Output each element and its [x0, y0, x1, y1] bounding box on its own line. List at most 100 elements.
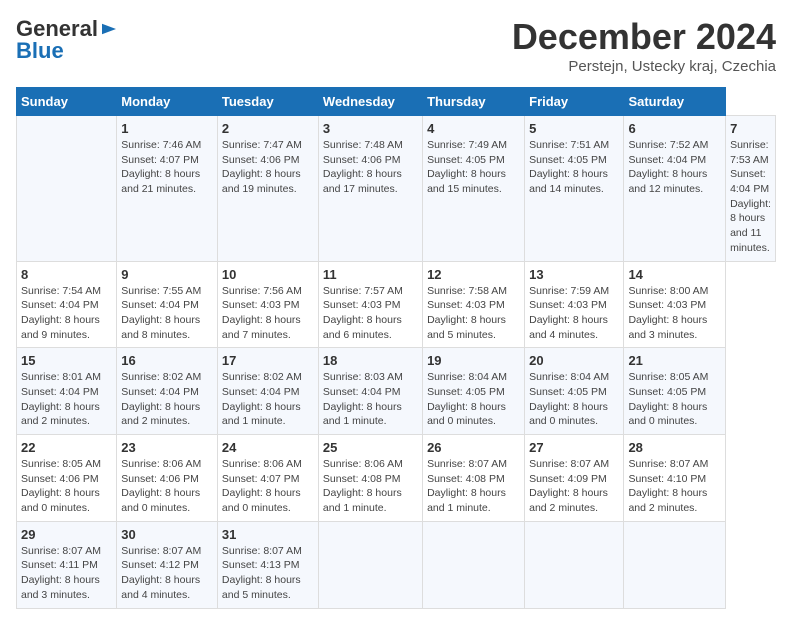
calendar-cell: 1Sunrise: 7:46 AMSunset: 4:07 PMDaylight… — [117, 116, 218, 262]
day-number: 11 — [323, 267, 418, 282]
day-info: Sunrise: 8:06 AMSunset: 4:06 PMDaylight:… — [121, 457, 213, 516]
calendar-cell — [423, 521, 525, 608]
day-number: 1 — [121, 121, 213, 136]
weekday-header: Sunday — [17, 88, 117, 116]
day-number: 17 — [222, 353, 314, 368]
day-number: 21 — [628, 353, 721, 368]
day-number: 27 — [529, 440, 619, 455]
day-number: 3 — [323, 121, 418, 136]
calendar-cell: 6 Sunrise: 7:52 AMSunset: 4:04 PMDaylight… — [624, 116, 726, 262]
day-number: 5 — [529, 121, 619, 136]
calendar-cell: 18Sunrise: 8:03 AMSunset: 4:04 PMDayligh… — [318, 348, 422, 435]
calendar-cell: 9 Sunrise: 7:55 AMSunset: 4:04 PMDaylight… — [117, 261, 218, 348]
day-info: Sunrise: 7:48 AMSunset: 4:06 PMDaylight:… — [323, 138, 418, 197]
calendar-cell: 20Sunrise: 8:04 AMSunset: 4:05 PMDayligh… — [525, 348, 624, 435]
day-info: Sunrise: 8:01 AMSunset: 4:04 PMDaylight:… — [21, 370, 112, 429]
day-number: 18 — [323, 353, 418, 368]
day-number: 13 — [529, 267, 619, 282]
calendar-cell: 16 Sunrise: 8:02 AMSunset: 4:04 PMDayligh… — [117, 348, 218, 435]
day-number: 16 — [121, 353, 213, 368]
day-info: Sunrise: 8:00 AMSunset: 4:03 PMDaylight:… — [628, 284, 721, 343]
day-info: Sunrise: 8:07 AMSunset: 4:09 PMDaylight:… — [529, 457, 619, 516]
calendar-cell — [318, 521, 422, 608]
calendar-cell: 30 Sunrise: 8:07 AMSunset: 4:12 PMDayligh… — [117, 521, 218, 608]
day-info: Sunrise: 7:59 AMSunset: 4:03 PMDaylight:… — [529, 284, 619, 343]
calendar-week-row: 15Sunrise: 8:01 AMSunset: 4:04 PMDayligh… — [17, 348, 776, 435]
weekday-header: Saturday — [624, 88, 726, 116]
calendar-cell: 19 Sunrise: 8:04 AMSunset: 4:05 PMDayligh… — [423, 348, 525, 435]
calendar-cell: 10 Sunrise: 7:56 AMSunset: 4:03 PMDayligh… — [217, 261, 318, 348]
calendar-cell: 11 Sunrise: 7:57 AMSunset: 4:03 PMDayligh… — [318, 261, 422, 348]
logo-blue: Blue — [16, 38, 64, 64]
day-info: Sunrise: 8:07 AMSunset: 4:11 PMDaylight:… — [21, 544, 112, 603]
calendar-cell: 4 Sunrise: 7:49 AMSunset: 4:05 PMDaylight… — [423, 116, 525, 262]
calendar-cell: 21 Sunrise: 8:05 AMSunset: 4:05 PMDayligh… — [624, 348, 726, 435]
calendar-week-row: 29 Sunrise: 8:07 AMSunset: 4:11 PMDayligh… — [17, 521, 776, 608]
day-number: 29 — [21, 527, 112, 542]
calendar-cell — [525, 521, 624, 608]
day-number: 2 — [222, 121, 314, 136]
calendar-cell: 13 Sunrise: 7:59 AMSunset: 4:03 PMDayligh… — [525, 261, 624, 348]
day-number: 19 — [427, 353, 520, 368]
day-number: 12 — [427, 267, 520, 282]
weekday-header: Friday — [525, 88, 624, 116]
calendar-cell: 5Sunrise: 7:51 AMSunset: 4:05 PMDaylight… — [525, 116, 624, 262]
logo: General Blue — [16, 16, 118, 64]
day-number: 24 — [222, 440, 314, 455]
calendar-cell: 28 Sunrise: 8:07 AMSunset: 4:10 PMDayligh… — [624, 435, 726, 522]
weekday-header: Thursday — [423, 88, 525, 116]
day-number: 6 — [628, 121, 721, 136]
day-number: 8 — [21, 267, 112, 282]
day-info: Sunrise: 7:57 AMSunset: 4:03 PMDaylight:… — [323, 284, 418, 343]
day-number: 20 — [529, 353, 619, 368]
day-info: Sunrise: 7:54 AMSunset: 4:04 PMDaylight:… — [21, 284, 112, 343]
calendar-cell: 2 Sunrise: 7:47 AMSunset: 4:06 PMDaylight… — [217, 116, 318, 262]
day-number: 9 — [121, 267, 213, 282]
calendar-cell: 8 Sunrise: 7:54 AMSunset: 4:04 PMDaylight… — [17, 261, 117, 348]
calendar-cell: 12 Sunrise: 7:58 AMSunset: 4:03 PMDayligh… — [423, 261, 525, 348]
day-info: Sunrise: 8:02 AMSunset: 4:04 PMDaylight:… — [121, 370, 213, 429]
day-info: Sunrise: 8:06 AMSunset: 4:08 PMDaylight:… — [323, 457, 418, 516]
day-info: Sunrise: 8:07 AMSunset: 4:10 PMDaylight:… — [628, 457, 721, 516]
calendar-week-row: 1Sunrise: 7:46 AMSunset: 4:07 PMDaylight… — [17, 116, 776, 262]
month-title: December 2024 — [512, 16, 776, 58]
day-number: 22 — [21, 440, 112, 455]
page-header: General Blue December 2024 Perstejn, Ust… — [16, 16, 776, 75]
day-info: Sunrise: 8:02 AMSunset: 4:04 PMDaylight:… — [222, 370, 314, 429]
calendar-cell: 26 Sunrise: 8:07 AMSunset: 4:08 PMDayligh… — [423, 435, 525, 522]
day-info: Sunrise: 8:05 AMSunset: 4:05 PMDaylight:… — [628, 370, 721, 429]
calendar-cell: 27 Sunrise: 8:07 AMSunset: 4:09 PMDayligh… — [525, 435, 624, 522]
day-info: Sunrise: 7:53 AMSunset: 4:04 PMDaylight:… — [730, 138, 771, 256]
day-number: 14 — [628, 267, 721, 282]
day-number: 30 — [121, 527, 213, 542]
weekday-header: Tuesday — [217, 88, 318, 116]
day-info: Sunrise: 8:07 AMSunset: 4:13 PMDaylight:… — [222, 544, 314, 603]
calendar-table: SundayMondayTuesdayWednesdayThursdayFrid… — [16, 87, 776, 609]
title-area: December 2024 Perstejn, Ustecky kraj, Cz… — [512, 16, 776, 75]
day-number: 23 — [121, 440, 213, 455]
day-info: Sunrise: 8:07 AMSunset: 4:08 PMDaylight:… — [427, 457, 520, 516]
day-number: 28 — [628, 440, 721, 455]
day-number: 7 — [730, 121, 771, 136]
calendar-cell: 14 Sunrise: 8:00 AMSunset: 4:03 PMDayligh… — [624, 261, 726, 348]
day-info: Sunrise: 8:04 AMSunset: 4:05 PMDaylight:… — [427, 370, 520, 429]
calendar-cell — [17, 116, 117, 262]
day-info: Sunrise: 7:55 AMSunset: 4:04 PMDaylight:… — [121, 284, 213, 343]
day-info: Sunrise: 7:56 AMSunset: 4:03 PMDaylight:… — [222, 284, 314, 343]
day-info: Sunrise: 7:49 AMSunset: 4:05 PMDaylight:… — [427, 138, 520, 197]
day-number: 4 — [427, 121, 520, 136]
day-info: Sunrise: 7:58 AMSunset: 4:03 PMDaylight:… — [427, 284, 520, 343]
calendar-cell — [624, 521, 726, 608]
calendar-week-row: 22 Sunrise: 8:05 AMSunset: 4:06 PMDayligh… — [17, 435, 776, 522]
day-info: Sunrise: 7:52 AMSunset: 4:04 PMDaylight:… — [628, 138, 721, 197]
day-info: Sunrise: 8:05 AMSunset: 4:06 PMDaylight:… — [21, 457, 112, 516]
calendar-cell: 31Sunrise: 8:07 AMSunset: 4:13 PMDayligh… — [217, 521, 318, 608]
calendar-cell: 7 Sunrise: 7:53 AMSunset: 4:04 PMDaylight… — [726, 116, 776, 262]
calendar-cell: 15Sunrise: 8:01 AMSunset: 4:04 PMDayligh… — [17, 348, 117, 435]
calendar-cell: 3 Sunrise: 7:48 AMSunset: 4:06 PMDaylight… — [318, 116, 422, 262]
day-number: 10 — [222, 267, 314, 282]
calendar-cell: 24Sunrise: 8:06 AMSunset: 4:07 PMDayligh… — [217, 435, 318, 522]
day-number: 26 — [427, 440, 520, 455]
day-info: Sunrise: 8:07 AMSunset: 4:12 PMDaylight:… — [121, 544, 213, 603]
day-info: Sunrise: 7:47 AMSunset: 4:06 PMDaylight:… — [222, 138, 314, 197]
